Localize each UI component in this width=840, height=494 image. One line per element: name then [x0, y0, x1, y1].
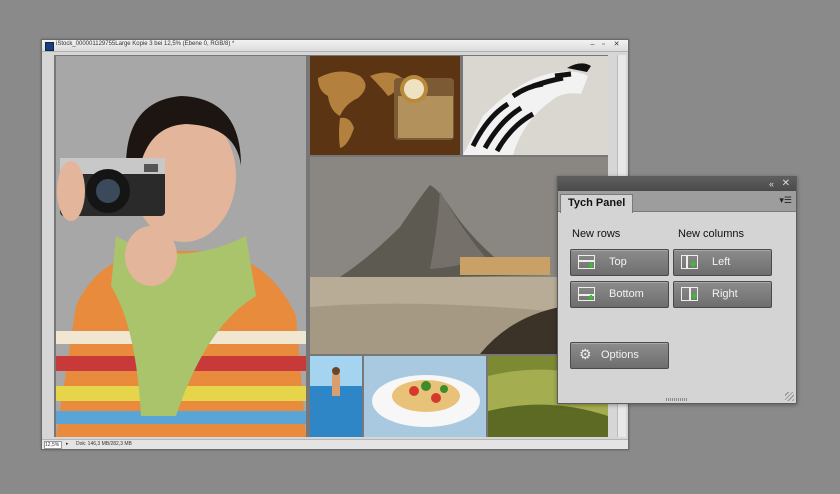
close-document-button[interactable]: ✕ — [612, 41, 621, 49]
panel-bottom-grip[interactable] — [666, 398, 688, 401]
resize-grip-icon[interactable] — [785, 392, 794, 401]
gear-icon: ⚙ — [579, 346, 592, 362]
photoshop-icon — [45, 42, 54, 51]
row-bottom-icon — [578, 287, 595, 301]
bottom-label: Bottom — [609, 288, 644, 300]
panel-menu-icon[interactable]: ▾☰ — [779, 195, 792, 205]
maximize-button[interactable]: ▫ — [599, 41, 608, 49]
photo-swimming-pool — [310, 356, 362, 437]
add-column-right-button[interactable]: Right — [673, 281, 772, 308]
double-chevron-left-icon[interactable]: « — [769, 178, 774, 190]
column-right-icon — [681, 287, 698, 301]
add-column-left-button[interactable]: Left — [673, 249, 772, 276]
photo-zebra — [463, 56, 608, 155]
status-bar: 12,5% ▸ Dok: 146,3 MB/282,3 MB — [42, 439, 628, 449]
left-label: Left — [712, 256, 731, 268]
minimize-button[interactable]: ‒ — [588, 41, 597, 49]
new-columns-label: New columns — [678, 228, 745, 240]
options-button[interactable]: ⚙ Options — [570, 342, 669, 369]
options-label: Options — [601, 349, 639, 361]
tab-tych-panel[interactable]: Tych Panel — [560, 194, 634, 213]
arrow-icon[interactable]: ▸ — [66, 441, 69, 447]
document-title-bar[interactable]: iStock_000001129755Large Kopie 3 bei 12,… — [42, 40, 628, 52]
close-icon[interactable]: ✕ — [782, 178, 790, 190]
photo-world-map-and-compass — [310, 56, 460, 155]
add-row-bottom-button[interactable]: Bottom — [570, 281, 669, 308]
column-left-icon — [681, 255, 698, 269]
right-label: Right — [712, 288, 738, 300]
document-window: iStock_000001129755Large Kopie 3 bei 12,… — [41, 39, 629, 450]
document-size-status: Dok: 146,3 MB/282,3 MB — [76, 441, 132, 447]
add-row-top-button[interactable]: Top — [570, 249, 669, 276]
document-title: iStock_000001129755Large Kopie 3 bei 12,… — [56, 41, 235, 47]
panel-header-bar[interactable]: « ✕ — [558, 177, 796, 191]
photo-woman-with-camera — [56, 56, 306, 437]
top-label: Top — [609, 256, 627, 268]
zoom-field[interactable]: 12,5% — [44, 441, 62, 449]
document-canvas[interactable] — [54, 55, 608, 437]
panel-tab-strip: Tych Panel ▾☰ — [558, 191, 796, 213]
row-top-icon — [578, 255, 595, 269]
tych-panel: « ✕ Tych Panel ▾☰ New rows New columns T… — [557, 176, 797, 404]
new-rows-label: New rows — [572, 228, 621, 240]
photo-pasta-plate — [364, 356, 486, 437]
